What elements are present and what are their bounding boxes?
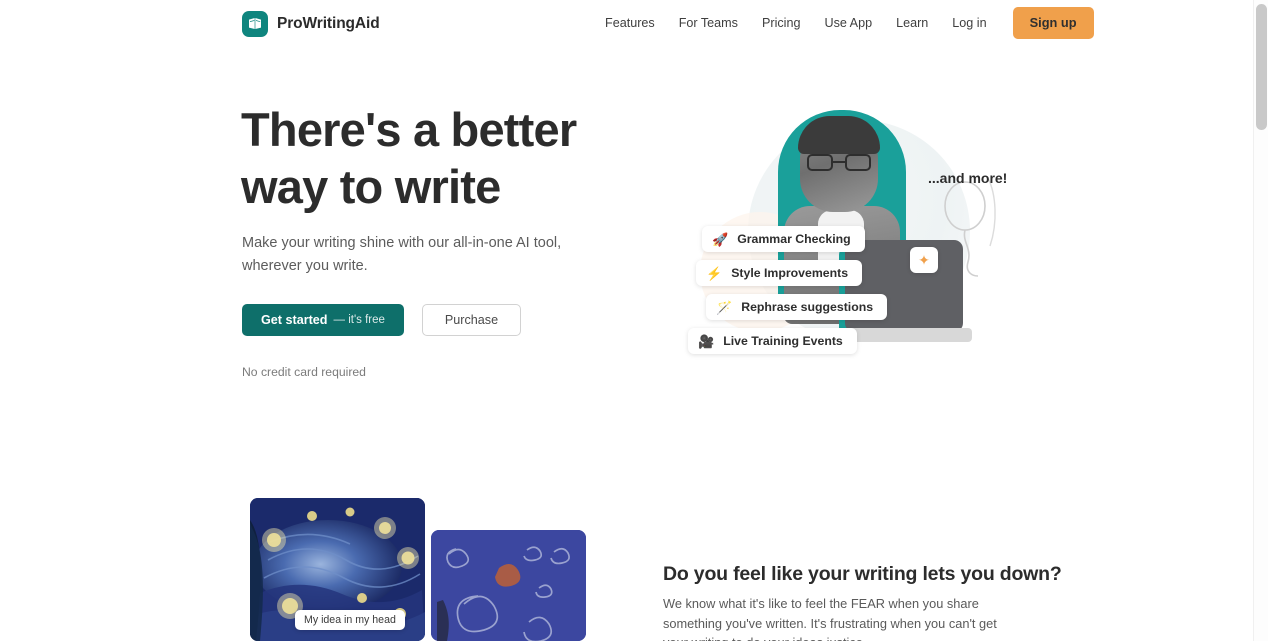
brand-logo-link[interactable]: ProWritingAid — [242, 11, 380, 37]
get-started-suffix: — it's free — [333, 314, 385, 326]
main-navigation: Features For Teams Pricing Use App Learn… — [595, 7, 1094, 40]
rocket-icon: 🚀 — [712, 231, 729, 247]
feature-badge-grammar-checking[interactable]: 🚀 Grammar Checking — [702, 226, 865, 252]
feature-badge-label: Live Training Events — [723, 334, 843, 348]
glasses-icon — [807, 154, 871, 171]
page-scrollbar[interactable] — [1253, 0, 1268, 641]
nav-link-for-teams[interactable]: For Teams — [667, 9, 750, 38]
sparkle-icon: ✦ — [910, 247, 938, 273]
book-pages-icon — [242, 11, 268, 37]
lightning-icon: ⚡ — [706, 265, 723, 281]
hero-title-line-1: There's a better — [241, 103, 577, 156]
feature-badge-list: 🚀 Grammar Checking ⚡ Style Improvements … — [688, 226, 888, 354]
feature-badge-rephrase-suggestions[interactable]: 🪄 Rephrase suggestions — [706, 294, 888, 320]
sign-up-button[interactable]: Sign up — [1012, 7, 1094, 40]
hero-title: There's a better way to write — [241, 101, 661, 215]
get-started-label: Get started — [261, 313, 328, 327]
feature-badge-label: Grammar Checking — [737, 232, 851, 246]
nav-link-features[interactable]: Features — [595, 9, 667, 38]
brand-name: ProWritingAid — [277, 15, 380, 32]
hero-subtitle: Make your writing shine with our all-in-… — [242, 235, 562, 274]
feature-badge-label: Rephrase suggestions — [741, 300, 874, 314]
nav-link-log-in[interactable]: Log in — [940, 9, 998, 38]
and-more-annotation: ...and more! — [928, 170, 1008, 186]
video-camera-icon: 🎥 — [698, 333, 715, 349]
balloon-doodle-icon — [938, 172, 1008, 282]
artwork-comparison-graphic: My idea in my head — [250, 498, 630, 641]
lower-section-title: Do you feel like your writing lets you d… — [663, 563, 1062, 585]
nav-link-learn[interactable]: Learn — [884, 9, 940, 38]
magic-wand-icon: 🪄 — [716, 299, 733, 315]
site-header: ProWritingAid Features For Teams Pricing… — [0, 0, 1253, 48]
lower-section-body: We know what it's like to feel the FEAR … — [663, 596, 997, 641]
hero-cta-row: Get started — it's free Purchase — [242, 304, 522, 336]
nav-link-use-app[interactable]: Use App — [812, 9, 884, 38]
simplified-painting-image — [431, 530, 586, 641]
feature-badge-style-improvements[interactable]: ⚡ Style Improvements — [696, 260, 863, 286]
hero-illustration: ✦ ...and more! 🚀 Grammar Checking ⚡ Styl… — [660, 92, 1020, 392]
purchase-button[interactable]: Purchase — [421, 304, 522, 336]
page-root: ProWritingAid Features For Teams Pricing… — [0, 0, 1268, 641]
hero-title-line-2: way to write — [241, 160, 501, 213]
no-credit-card-note: No credit card required — [242, 365, 366, 379]
get-started-button[interactable]: Get started — it's free — [242, 304, 404, 336]
my-idea-in-my-head-label: My idea in my head — [295, 610, 405, 630]
nav-link-pricing[interactable]: Pricing — [750, 9, 813, 38]
feature-badge-live-training-events[interactable]: 🎥 Live Training Events — [688, 328, 857, 354]
page-scrollbar-thumb[interactable] — [1256, 4, 1267, 130]
feature-badge-label: Style Improvements — [731, 266, 849, 280]
